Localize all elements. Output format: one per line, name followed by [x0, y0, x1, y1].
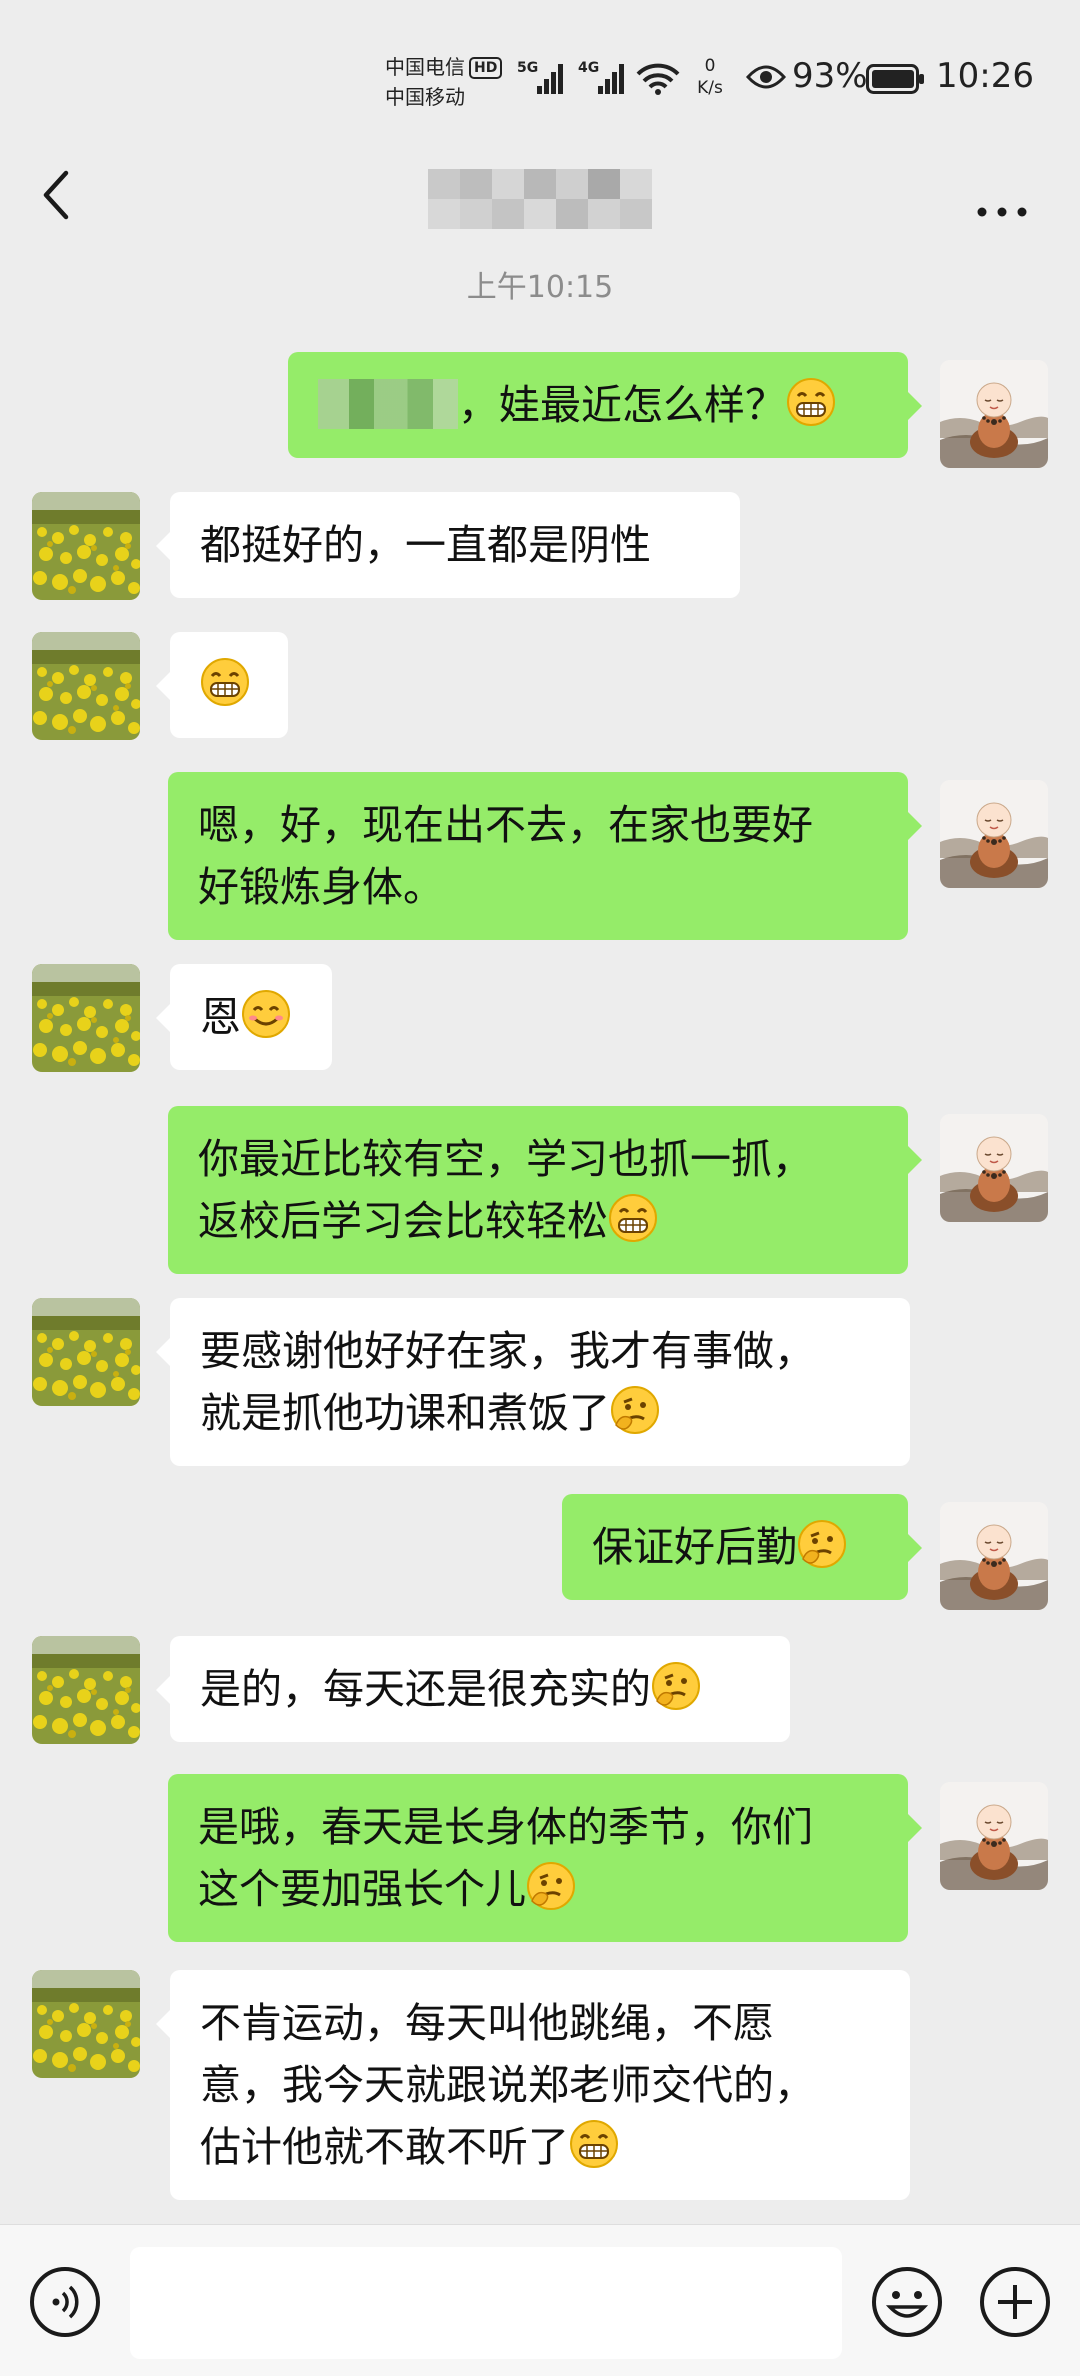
- contact-avatar[interactable]: [32, 1970, 140, 2078]
- avatar-image: [32, 964, 140, 1072]
- message-bubble[interactable]: 嗯，好，现在出不去，在家也要好 好锻炼身体。: [168, 772, 922, 940]
- chevron-left-icon: [43, 170, 69, 220]
- chat-header: [0, 150, 1080, 280]
- avatar-image: [940, 1502, 1048, 1610]
- self-avatar[interactable]: [940, 1114, 1048, 1222]
- plus-button[interactable]: [978, 2265, 1052, 2339]
- avatar-image: [940, 1114, 1048, 1222]
- message-text-content: 恩: [200, 993, 241, 1041]
- carrier-1: 中国电信: [385, 55, 465, 79]
- contact-avatar[interactable]: [32, 1636, 140, 1744]
- hd-badge: HD: [469, 57, 503, 79]
- contact-avatar[interactable]: [32, 492, 140, 600]
- message-text: [200, 654, 250, 716]
- message-text-content: 是的，每天还是很充实的: [200, 1665, 651, 1713]
- message-bubble[interactable]: 都挺好的，一直都是阴性: [156, 492, 740, 598]
- message-text-content: 不肯运动，每天叫他跳绳，不愿 意，我今天就跟说郑老师交代的， 估计他就不敢不听了: [200, 1999, 815, 2171]
- emoji-button[interactable]: [870, 2265, 944, 2339]
- message-bubble[interactable]: 你最近比较有空，学习也抓一抓， 返校后学习会比较轻松: [168, 1106, 922, 1274]
- message-text: 恩: [200, 986, 291, 1048]
- message-timestamp: 上午10:15: [466, 270, 614, 305]
- more-button[interactable]: [970, 170, 1040, 220]
- chat-title-redacted: [428, 157, 652, 229]
- message-text-content: ，娃最近怎么样？: [458, 381, 786, 429]
- self-avatar[interactable]: [940, 1502, 1048, 1610]
- contact-avatar[interactable]: [32, 632, 140, 740]
- message-text: 都挺好的，一直都是阴性: [200, 514, 651, 576]
- wifi-icon: [636, 62, 680, 100]
- network-speed: 0 K/s: [685, 55, 735, 99]
- contact-avatar[interactable]: [32, 1298, 140, 1406]
- smile-emoji-icon: [241, 989, 291, 1039]
- avatar-image: [32, 632, 140, 740]
- message-bubble[interactable]: 不肯运动，每天叫他跳绳，不愿 意，我今天就跟说郑老师交代的， 估计他就不敢不听了: [156, 1970, 910, 2200]
- self-avatar[interactable]: [940, 360, 1048, 468]
- avatar-image: [940, 1782, 1048, 1890]
- avatar-image: [940, 360, 1048, 468]
- thinking-emoji-icon: [526, 1861, 576, 1911]
- voice-button[interactable]: [28, 2265, 102, 2339]
- net-speed-unit: K/s: [697, 78, 723, 98]
- avatar-image: [32, 1636, 140, 1744]
- self-avatar[interactable]: [940, 780, 1048, 888]
- message-text-content: 都挺好的，一直都是阴性: [200, 521, 651, 569]
- message-text: 嗯，好，现在出不去，在家也要好 好锻炼身体。: [198, 794, 813, 918]
- avatar-image: [32, 1298, 140, 1406]
- grin-emoji-icon: [786, 377, 836, 427]
- message-text: 是哦，春天是长身体的季节，你们 这个要加强长个儿: [198, 1796, 813, 1920]
- battery-percent: 93%: [792, 56, 868, 96]
- clock: 10:26: [936, 56, 1034, 96]
- input-bar: [0, 2224, 1080, 2376]
- message-bubble[interactable]: 保证好后勤: [562, 1494, 922, 1600]
- net-speed-value: 0: [704, 56, 716, 76]
- voice-icon: [30, 2267, 100, 2337]
- more-dots-icon: [977, 207, 1027, 217]
- status-bar: 中国电信 HD 中国移动 5G 4G 0 K/s 93% 10:26: [0, 0, 1080, 150]
- message-text-content: 要感谢他好好在家，我才有事做， 就是抓他功课和煮饭了: [200, 1327, 815, 1437]
- message-text-content: 保证好后勤: [592, 1523, 797, 1571]
- thinking-emoji-icon: [651, 1661, 701, 1711]
- message-input[interactable]: [130, 2247, 842, 2359]
- message-text: 要感谢他好好在家，我才有事做， 就是抓他功课和煮饭了: [200, 1320, 815, 1444]
- message-text-content: 是哦，春天是长身体的季节，你们 这个要加强长个儿: [198, 1803, 813, 1913]
- message-text-content: 你最近比较有空，学习也抓一抓， 返校后学习会比较轻松: [198, 1135, 813, 1245]
- message-bubble[interactable]: ，娃最近怎么样？: [288, 352, 922, 458]
- message-bubble[interactable]: 是哦，春天是长身体的季节，你们 这个要加强长个儿: [168, 1774, 922, 1942]
- message-text: 不肯运动，每天叫他跳绳，不愿 意，我今天就跟说郑老师交代的， 估计他就不敢不听了: [200, 1992, 815, 2178]
- battery-icon: [866, 64, 926, 98]
- eye-icon: [745, 62, 787, 96]
- message-bubble[interactable]: [156, 632, 288, 738]
- avatar-image: [32, 492, 140, 600]
- emoji-icon: [872, 2267, 942, 2337]
- avatar-image: [32, 1970, 140, 2078]
- avatar-image: [940, 780, 1048, 888]
- thinking-emoji-icon: [797, 1519, 847, 1569]
- contact-avatar[interactable]: [32, 964, 140, 1072]
- self-avatar[interactable]: [940, 1782, 1048, 1890]
- back-button[interactable]: [30, 165, 90, 225]
- message-text: 是的，每天还是很充实的: [200, 1658, 701, 1720]
- grin-emoji-icon: [608, 1193, 658, 1243]
- carrier-2: 中国移动: [385, 85, 465, 109]
- grin-emoji-icon: [569, 2119, 619, 2169]
- plus-icon: [980, 2267, 1050, 2337]
- message-text: 保证好后勤: [592, 1516, 847, 1578]
- thinking-emoji-icon: [610, 1385, 660, 1435]
- message-bubble[interactable]: 是的，每天还是很充实的: [156, 1636, 790, 1742]
- message-bubble[interactable]: 恩: [156, 964, 332, 1070]
- redacted-name: [318, 379, 458, 429]
- grin-emoji-icon: [200, 657, 250, 707]
- message-bubble[interactable]: 要感谢他好好在家，我才有事做， 就是抓他功课和煮饭了: [156, 1298, 910, 1466]
- message-text: 你最近比较有空，学习也抓一抓， 返校后学习会比较轻松: [198, 1128, 813, 1252]
- message-text-content: 嗯，好，现在出不去，在家也要好 好锻炼身体。: [198, 801, 813, 911]
- message-text: ，娃最近怎么样？: [318, 374, 836, 436]
- carrier-info: 中国电信 HD 中国移动: [385, 52, 503, 112]
